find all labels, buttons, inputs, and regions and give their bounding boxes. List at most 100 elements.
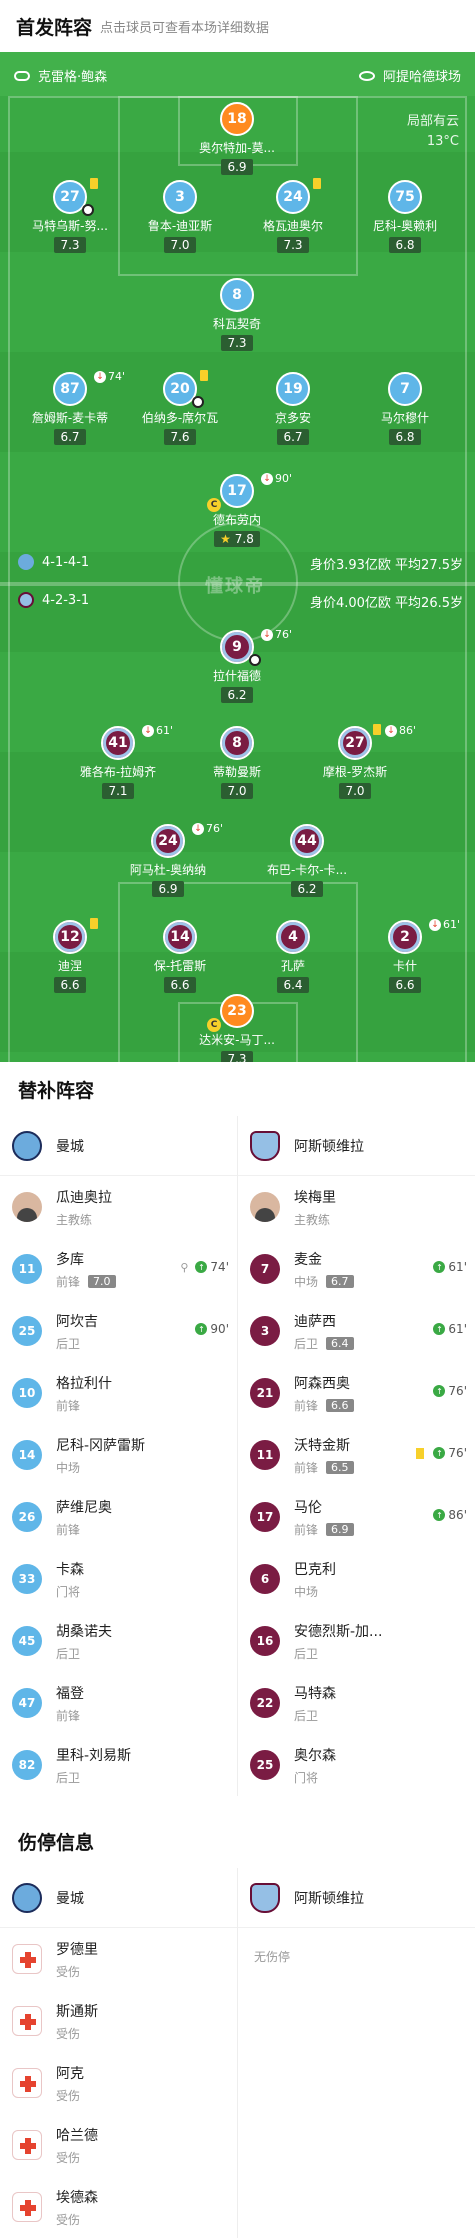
sub-row[interactable]: 3 迪萨西 后卫 6.4 ↑ 61' <box>238 1300 475 1362</box>
sub-row[interactable]: 33 卡森 门将 <box>0 1548 237 1610</box>
player-number: 12 <box>53 920 87 954</box>
player-away[interactable]: 4 孔萨 6.4 <box>233 920 353 993</box>
sub-on-icon: ↑ <box>433 1509 446 1521</box>
sub-row[interactable]: 26 萨维尼奥 前锋 <box>0 1486 237 1548</box>
man-city-crest-icon <box>12 1130 42 1161</box>
sub-row[interactable]: 7 麦金 中场 6.7 ↑ 61' <box>238 1238 475 1300</box>
player-home[interactable]: 87 ↓ 74' 詹姆斯-麦卡蒂 6.7 <box>10 370 130 445</box>
player-number: 24 <box>276 180 310 214</box>
player-away[interactable]: 27 ↓ 86' 摩根-罗杰斯 7.0 <box>295 724 416 799</box>
home-value: 身价3.93亿欧 平均27.5岁 <box>309 558 463 573</box>
player-name: 阿马杜-奥纳纳 <box>129 863 207 877</box>
coach-row[interactable]: 埃梅里 主教练 <box>238 1176 475 1238</box>
sub-row[interactable]: 47 福登 前锋 <box>0 1672 237 1734</box>
player-home[interactable]: 24 格瓦迪奥尔 7.3 <box>233 178 353 253</box>
player-rating: 7.0 <box>221 783 253 799</box>
first-aid-icon <box>12 2130 42 2160</box>
player-away[interactable]: 41 ↓ 61' 雅各布-拉姆齐 7.1 <box>58 724 178 799</box>
aston-villa-crest-icon <box>250 1882 280 1913</box>
sub-row[interactable]: 21 阿森西奥 前锋 6.6 ↑ 76' <box>238 1362 475 1424</box>
player-rating: 6.2 <box>221 687 253 703</box>
coach-avatar <box>12 1192 42 1222</box>
coach-avatar <box>250 1192 280 1222</box>
player-home-gk[interactable]: 18 奥尔特加-莫... 6.9 <box>177 102 297 175</box>
sub-row[interactable]: 6 巴克利 中场 <box>238 1548 475 1610</box>
home-formation: 4-1-4-1 <box>18 554 89 570</box>
sub-row[interactable]: 25 阿坎吉 后卫 ↑ 90' <box>0 1300 237 1362</box>
home-injuries: 曼城 罗德里 受伤 斯通斯 受伤 阿克 受伤 哈兰德 受伤 埃德森 受伤 <box>0 1868 237 2238</box>
player-home[interactable]: 17 ↓ 90' C 德布劳内 ★ 7.8 <box>177 472 297 547</box>
sub-row[interactable]: 22 马特森 后卫 <box>238 1672 475 1734</box>
player-name: 科瓦契奇 <box>212 317 261 331</box>
sub-row[interactable]: 82 里科-刘易斯 后卫 <box>0 1734 237 1796</box>
player-away[interactable]: 12 迪涅 6.6 <box>10 918 130 993</box>
sub-off-icon: ↓ <box>261 472 273 485</box>
injury-row[interactable]: 哈兰德 受伤 <box>0 2114 237 2176</box>
temperature: 13°C <box>426 134 459 149</box>
player-home[interactable]: 20 伯纳多-席尔瓦 7.6 <box>120 370 240 445</box>
player-rating: 6.7 <box>54 429 86 445</box>
player-home[interactable]: 27 马特乌斯-努... 7.3 <box>10 178 130 253</box>
player-name: 迪涅 <box>57 959 82 973</box>
player-home[interactable]: 3 鲁本-迪亚斯 7.0 <box>120 180 240 253</box>
player-number: 3 <box>163 180 197 214</box>
player-away[interactable]: 2 ↓ 61' 卡什 6.6 <box>345 918 465 993</box>
player-name: 卡什 <box>392 959 417 973</box>
injury-row[interactable]: 埃德森 受伤 <box>0 2176 237 2238</box>
player-name: 雅各布-拉姆齐 <box>79 765 157 779</box>
coach-row[interactable]: 瓜迪奥拉 主教练 <box>0 1176 237 1238</box>
sub-off-icon: ↓ <box>142 724 154 737</box>
injury-row[interactable]: 罗德里 受伤 <box>0 1928 237 1990</box>
sub-row[interactable]: 45 胡桑诺夫 后卫 <box>0 1610 237 1672</box>
sub-row[interactable]: 11 多库 前锋 7.0 ⚲ ↑ 74' <box>0 1238 237 1300</box>
player-rating: 7.3 <box>277 237 309 253</box>
injury-row[interactable]: 阿克 受伤 <box>0 2052 237 2114</box>
player-number: 19 <box>276 372 310 406</box>
yellow-card-icon <box>90 178 98 189</box>
player-rating: 7.6 <box>164 429 196 445</box>
sub-on-event: ↑ 76' <box>416 1446 467 1460</box>
player-number: 8 <box>220 278 254 312</box>
player-home[interactable]: 19 京多安 6.7 <box>233 372 353 445</box>
sub-off-event: ↓ 76' <box>261 628 292 641</box>
sub-row[interactable]: 17 马伦 前锋 6.9 ↑ 86' <box>238 1486 475 1548</box>
player-name: 詹姆斯-麦卡蒂 <box>31 411 109 425</box>
sub-row[interactable]: 16 安德烈斯-加... 后卫 <box>238 1610 475 1672</box>
player-away[interactable]: 44 布巴-卡尔-卡... 6.2 <box>247 824 367 897</box>
first-aid-icon <box>12 1944 42 1974</box>
player-rating: 6.7 <box>277 429 309 445</box>
sub-on-icon: ↑ <box>433 1323 446 1335</box>
injury-row[interactable]: 斯通斯 受伤 <box>0 1990 237 2052</box>
player-home[interactable]: 8 科瓦契奇 7.3 <box>177 278 297 351</box>
player-number: 2 <box>388 920 422 954</box>
no-injuries-label: 无伤停 <box>254 1950 291 1964</box>
player-away[interactable]: 9 ↓ 76' 拉什福德 6.2 <box>177 628 297 703</box>
sub-on-icon: ↑ <box>195 1323 208 1335</box>
captain-icon: C <box>207 498 221 512</box>
sub-row[interactable]: 10 格拉利什 前锋 <box>0 1362 237 1424</box>
sub-row[interactable]: 25 奥尔森 门将 <box>238 1734 475 1796</box>
player-rating: 7.1 <box>102 783 134 799</box>
sub-off-icon: ↓ <box>429 918 441 931</box>
player-away[interactable]: 14 保-托雷斯 6.6 <box>120 920 240 993</box>
player-rating: 6.8 <box>389 429 421 445</box>
player-number: 87 <box>53 372 87 406</box>
player-rating: 6.6 <box>164 977 196 993</box>
player-home[interactable]: 75 尼科-奥赖利 6.8 <box>345 180 465 253</box>
sub-row[interactable]: 14 尼科-冈萨雷斯 中场 <box>0 1424 237 1486</box>
player-rating: 7.3 <box>221 335 253 351</box>
player-away[interactable]: 24 ↓ 76' 阿马杜-奥纳纳 6.9 <box>108 822 228 897</box>
player-rating: 6.4 <box>277 977 309 993</box>
player-home[interactable]: 7 马尔穆什 6.8 <box>345 372 465 445</box>
sub-off-icon: ↓ <box>192 822 204 835</box>
player-rating: 6.9 <box>152 881 184 897</box>
sub-row[interactable]: 11 沃特金斯 前锋 6.5 ↑ 76' <box>238 1424 475 1486</box>
player-away[interactable]: 8 蒂勒曼斯 7.0 <box>177 726 297 799</box>
man-city-crest-icon <box>12 1882 42 1913</box>
sub-on-icon: ↑ <box>433 1385 446 1397</box>
player-number: 14 <box>163 920 197 954</box>
player-away-gk[interactable]: 23 C 达米安-马丁... 7.3 <box>177 994 297 1062</box>
player-name: 达米安-马丁... <box>199 1033 275 1047</box>
watermark-logo: 懂球帝 <box>205 576 265 597</box>
referee-name: 克雷格·鲍森 <box>38 70 108 85</box>
